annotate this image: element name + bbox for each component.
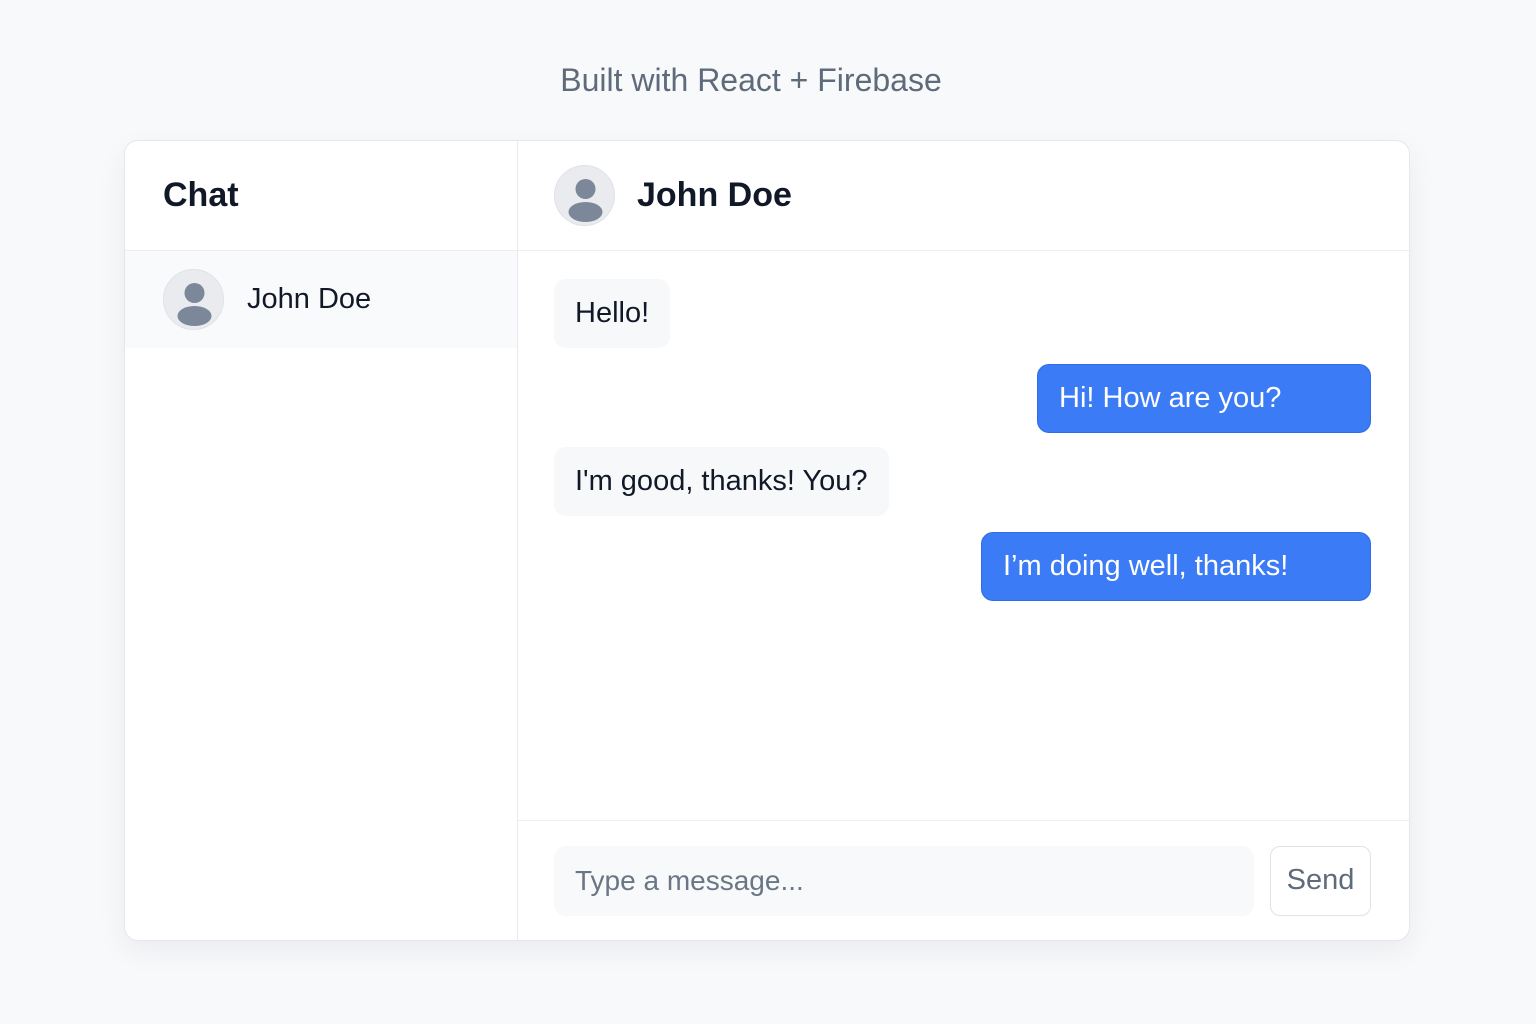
contact-list-item[interactable]: John Doe <box>125 251 517 348</box>
message-bubble-outgoing: Hi! How are you? <box>1037 364 1371 433</box>
sidebar-title: Chat <box>163 176 239 214</box>
contact-name: John Doe <box>247 283 372 315</box>
page-tagline: Built with React + Firebase <box>560 62 942 98</box>
chat-header: John Doe <box>518 141 1409 251</box>
message-input[interactable] <box>554 845 1254 916</box>
message-list: Hello! Hi! How are you? I'm good, thanks… <box>518 251 1409 820</box>
conversation-panel: John Doe Hello! Hi! How are you? I'm goo… <box>518 141 1409 940</box>
message-bubble-outgoing: I’m doing well, thanks! <box>981 532 1371 601</box>
send-button[interactable]: Send <box>1270 845 1371 916</box>
chat-header-name: John Doe <box>637 176 792 214</box>
chat-window: Chat John Doe John Doe Hello! Hi! How ar… <box>124 140 1410 941</box>
message-composer: Send <box>518 820 1409 940</box>
message-bubble-incoming: Hello! <box>554 279 671 348</box>
sidebar: Chat John Doe <box>125 141 518 940</box>
sidebar-header: Chat <box>125 141 517 251</box>
message-bubble-incoming: I'm good, thanks! You? <box>554 447 889 516</box>
user-avatar-icon <box>554 165 615 226</box>
user-avatar-icon <box>163 269 224 330</box>
